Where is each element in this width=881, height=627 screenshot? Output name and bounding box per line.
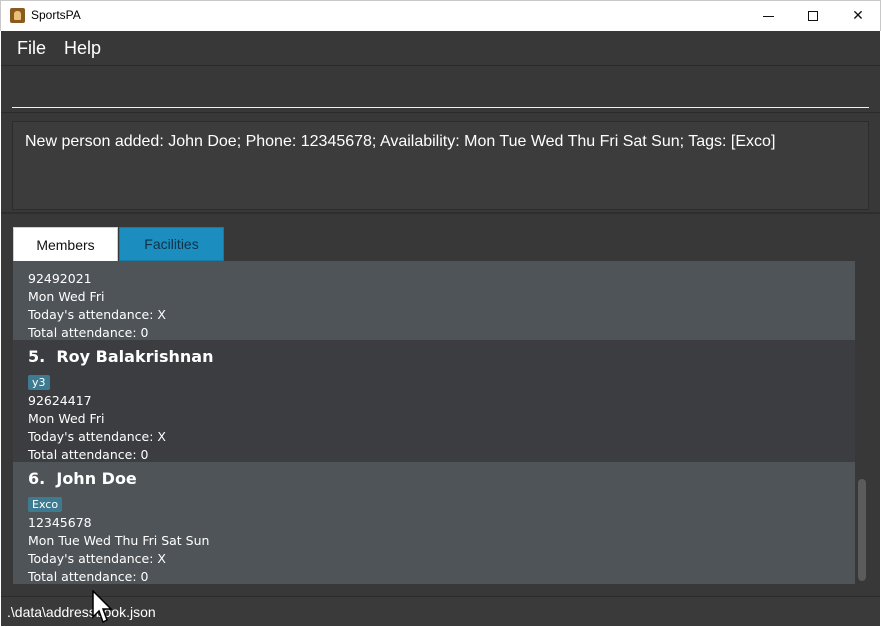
- person-index: 5.: [28, 347, 46, 366]
- person-attendance-total: Total attendance: 0: [28, 447, 149, 462]
- maximize-button[interactable]: [790, 1, 836, 31]
- list-scrollbar[interactable]: [857, 261, 867, 584]
- person-phone: 92492021: [28, 271, 92, 286]
- menu-help[interactable]: Help: [64, 38, 101, 59]
- person-availability: Mon Wed Fri: [28, 289, 105, 304]
- person-header: 5. Roy Balakrishnan: [28, 347, 213, 366]
- menu-file[interactable]: File: [17, 38, 46, 59]
- minimize-button[interactable]: [745, 1, 791, 31]
- person-attendance-today: Today's attendance: X: [28, 551, 166, 566]
- person-attendance-total: Total attendance: 0: [28, 325, 149, 340]
- person-attendance-today: Today's attendance: X: [28, 429, 166, 444]
- result-display-panel: New person added: John Doe; Phone: 12345…: [1, 113, 880, 214]
- result-display: New person added: John Doe; Phone: 12345…: [12, 121, 869, 210]
- status-bar: .\data\addressbook.json: [1, 596, 880, 626]
- maximize-icon: [808, 11, 818, 21]
- minimize-icon: [762, 15, 774, 17]
- app-icon: [10, 8, 25, 23]
- command-input[interactable]: [12, 70, 869, 108]
- app-window: File Help New person added: John Doe; Ph…: [1, 31, 880, 626]
- person-attendance-total: Total attendance: 0: [28, 569, 149, 584]
- person-list[interactable]: 92492021 Mon Wed Fri Today's attendance:…: [13, 261, 855, 584]
- close-icon: ✕: [852, 8, 864, 24]
- scrollbar-thumb[interactable]: [858, 479, 866, 581]
- person-card[interactable]: 92492021 Mon Wed Fri Today's attendance:…: [13, 261, 855, 340]
- person-header: 6. John Doe: [28, 469, 137, 488]
- mouse-cursor-icon: [92, 590, 113, 624]
- tab-pane: Members Facilities 92492021 Mon Wed Fri …: [1, 216, 880, 596]
- tab-members[interactable]: Members: [13, 227, 118, 261]
- person-attendance-today: Today's attendance: X: [28, 307, 166, 322]
- menu-bar: File Help: [1, 31, 880, 66]
- tab-facilities[interactable]: Facilities: [119, 227, 224, 261]
- command-box: [1, 66, 880, 113]
- person-name: Roy Balakrishnan: [56, 347, 214, 366]
- person-phone: 92624417: [28, 393, 92, 408]
- close-button[interactable]: ✕: [835, 1, 881, 31]
- person-availability: Mon Tue Wed Thu Fri Sat Sun: [28, 533, 210, 548]
- title-bar: SportsPA ✕: [0, 0, 881, 31]
- window-title: SportsPA: [31, 8, 81, 22]
- save-location: .\data\addressbook.json: [7, 604, 156, 620]
- person-phone: 12345678: [28, 515, 92, 530]
- person-tag: y3: [28, 375, 50, 390]
- person-availability: Mon Wed Fri: [28, 411, 105, 426]
- person-card[interactable]: 5. Roy Balakrishnan y3 92624417 Mon Wed …: [13, 340, 855, 462]
- person-card[interactable]: 6. John Doe Exco 12345678 Mon Tue Wed Th…: [13, 462, 855, 584]
- person-tag: Exco: [28, 497, 63, 512]
- person-name: John Doe: [56, 469, 137, 488]
- person-index: 6.: [28, 469, 46, 488]
